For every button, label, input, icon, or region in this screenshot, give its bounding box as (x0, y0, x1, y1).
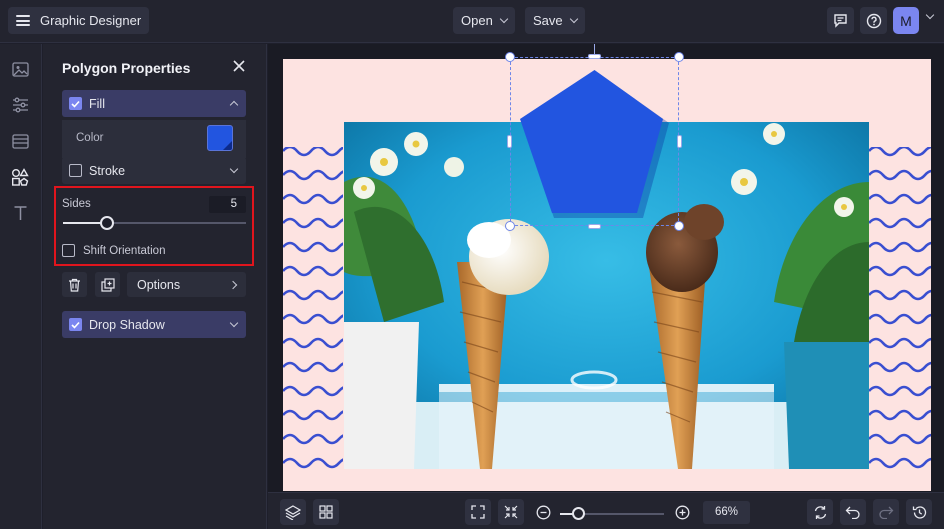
drop-shadow-label: Drop Shadow (89, 317, 165, 332)
panel-title: Polygon Properties (62, 60, 191, 76)
layers-button[interactable] (280, 499, 306, 525)
fill-label: Fill (89, 96, 105, 111)
rail-text[interactable] (10, 203, 30, 223)
drop-shadow-checkbox[interactable] (69, 318, 82, 331)
save-button[interactable]: Save (525, 7, 585, 34)
zoom-out-button[interactable] (536, 505, 551, 525)
fit-screen-button[interactable] (465, 499, 491, 525)
help-icon (866, 13, 881, 28)
close-icon (233, 60, 245, 72)
image-icon (11, 61, 29, 77)
stroke-section-header[interactable]: Stroke (62, 157, 246, 184)
resize-handle-bottom[interactable] (588, 224, 601, 229)
sliders-icon (12, 97, 28, 113)
resize-handle-top-left[interactable] (505, 52, 515, 62)
check-icon (71, 100, 80, 108)
replace-icon (814, 505, 826, 519)
resize-handle-top-right[interactable] (674, 52, 684, 62)
resize-handle-left[interactable] (507, 135, 512, 148)
open-button[interactable]: Open (453, 7, 515, 34)
selection-box (510, 57, 679, 226)
options-label: Options (137, 277, 181, 292)
hamburger-icon (16, 15, 30, 26)
comment-button[interactable] (827, 7, 854, 34)
grid-icon (319, 505, 333, 519)
fill-section-header[interactable]: Fill (62, 90, 246, 117)
zoom-slider-thumb[interactable] (572, 507, 585, 520)
app-title: Graphic Designer (40, 13, 142, 28)
shapes-icon (12, 168, 29, 186)
rotate-handle[interactable] (594, 44, 595, 55)
rail-layouts[interactable] (10, 131, 30, 151)
bottom-toolbar: 66% (268, 492, 944, 529)
grid-button[interactable] (313, 499, 339, 525)
fill-checkbox[interactable] (69, 97, 82, 110)
zoom-level[interactable]: 66% (703, 501, 750, 524)
app-menu-button[interactable]: Graphic Designer (8, 7, 150, 34)
chevron-down-icon[interactable] (229, 318, 239, 328)
top-bar: Graphic Designer Open Save M (0, 0, 944, 43)
chevron-up-icon[interactable] (229, 100, 239, 110)
replace-button[interactable] (807, 499, 833, 525)
redo-icon (879, 506, 894, 519)
duplicate-icon (100, 277, 115, 292)
fit-screen-icon (471, 505, 485, 519)
undo-button[interactable] (840, 499, 866, 525)
layers-icon (285, 504, 301, 520)
redo-button[interactable] (873, 499, 899, 525)
avatar[interactable]: M (893, 7, 919, 34)
chevron-down-icon[interactable] (229, 164, 239, 174)
history-icon (912, 505, 926, 519)
wave-pattern-right (869, 147, 931, 469)
chevron-down-icon (499, 14, 509, 24)
trash-icon (69, 278, 80, 292)
resize-handle-right[interactable] (677, 135, 682, 148)
layout-icon (11, 133, 29, 149)
close-panel-button[interactable] (232, 59, 246, 73)
shrink-icon (504, 505, 518, 519)
undo-icon (845, 506, 860, 519)
comment-icon (834, 14, 847, 28)
check-icon (71, 321, 80, 329)
chevron-down-icon[interactable] (925, 10, 935, 20)
rail-adjustments[interactable] (10, 95, 30, 115)
history-button[interactable] (906, 499, 932, 525)
chevron-down-icon (569, 14, 578, 24)
drop-shadow-section-header[interactable]: Drop Shadow (62, 311, 246, 338)
help-button[interactable] (860, 7, 887, 34)
color-swatch[interactable] (207, 125, 233, 151)
zoom-in-icon (675, 505, 690, 520)
duplicate-button[interactable] (95, 272, 120, 297)
save-label: Save (533, 13, 563, 28)
stroke-label: Stroke (89, 163, 126, 178)
delete-button[interactable] (62, 272, 87, 297)
chevron-right-icon (228, 280, 238, 289)
left-rail (0, 44, 42, 529)
text-icon (14, 206, 26, 220)
wave-pattern-left (283, 147, 343, 469)
zoom-in-button[interactable] (675, 505, 690, 525)
options-button[interactable]: Options (127, 272, 246, 297)
open-label: Open (461, 13, 493, 28)
resize-handle-bottom-left[interactable] (505, 221, 515, 231)
shrink-button[interactable] (498, 499, 524, 525)
zoom-out-icon (536, 505, 551, 520)
fill-color-row: Color (62, 120, 246, 158)
rail-graphics[interactable] (10, 167, 30, 187)
resize-handle-bottom-right[interactable] (674, 221, 684, 231)
highlight-box (54, 186, 254, 266)
polygon-properties-panel: Polygon Properties Fill Color Stroke Sid… (43, 44, 267, 529)
color-label: Color (76, 132, 104, 144)
rail-images[interactable] (10, 59, 30, 79)
stroke-checkbox[interactable] (69, 164, 82, 177)
